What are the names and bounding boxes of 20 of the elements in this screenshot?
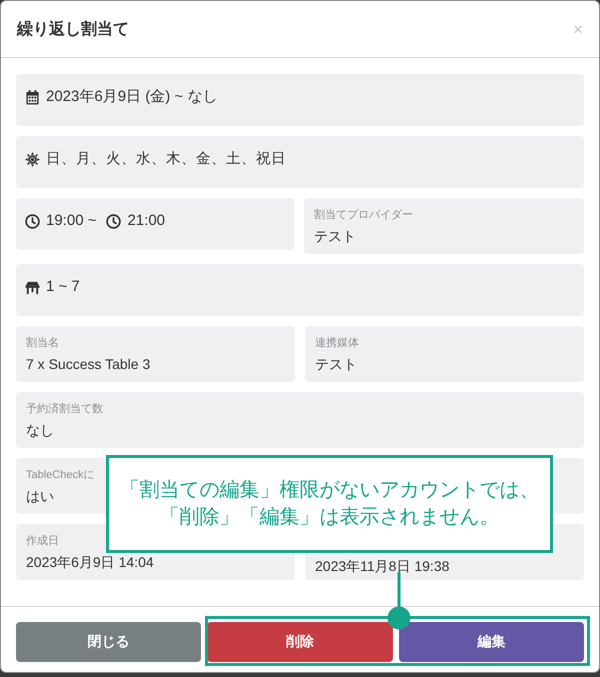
annotation-tooltip: 「割当ての編集」権限がないアカウントでは、 「削除」「編集」は表示されません。 — [106, 455, 553, 553]
field-value: 7 x Success Table 3 — [26, 355, 150, 373]
field-label: 連携媒体 — [315, 336, 359, 351]
field-value: テスト — [315, 355, 357, 373]
field-value: 日、月、火、水、木、金、土、祝日 — [46, 150, 286, 169]
field-label: 予約済割当て数 — [26, 402, 103, 417]
dialog-title: 繰り返し割当て — [17, 19, 129, 40]
field-value: 1 ~ 7 — [46, 277, 80, 297]
field-value: 2023年6月9日 14:04 — [26, 553, 154, 571]
field-label: 作成日 — [26, 534, 59, 549]
end-time: 21:00 — [127, 211, 166, 231]
field-label: 割当てプロバイダー — [314, 208, 413, 223]
field-value: 2023年11月8日 19:38 — [315, 557, 450, 575]
field-value: 2023年6月9日 (金) ~ なし — [46, 87, 218, 107]
field-label: 割当名 — [26, 336, 59, 351]
start-time: 19:00 ~ — [46, 211, 96, 231]
field-value: テスト — [314, 227, 356, 245]
field-value: はい — [26, 487, 54, 505]
field-label: TableCheckに — [26, 468, 94, 483]
field-value: なし — [26, 421, 54, 439]
